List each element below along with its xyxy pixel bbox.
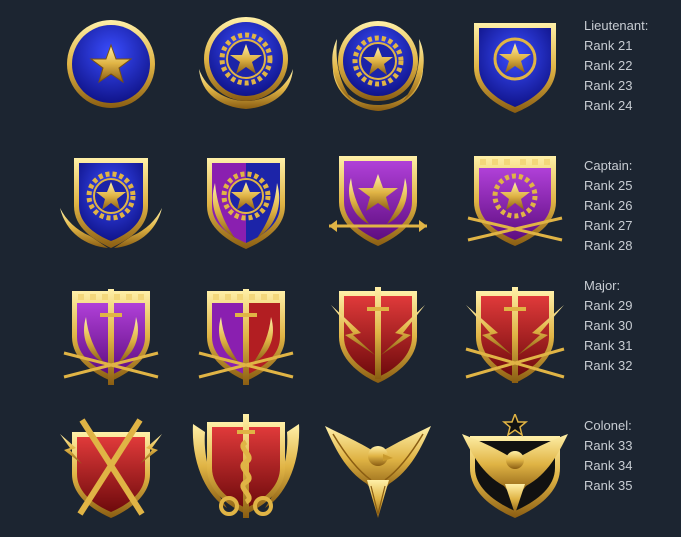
rank-item: Rank 26 xyxy=(584,198,633,213)
rank-group-title: Lieutenant: xyxy=(584,18,649,33)
badge-rank-captain-1 xyxy=(56,148,166,258)
rank-group-colonel: Colonel: Rank 33 Rank 34 Rank 35 xyxy=(584,416,632,496)
red-shield-sword-lightning-icon xyxy=(331,287,425,383)
rank-item: Rank 34 xyxy=(584,458,633,473)
badge-rank-colonel-4 xyxy=(460,414,570,524)
badge-rank-captain-4 xyxy=(460,148,570,258)
badge-rank-lieutenant-1 xyxy=(56,9,166,119)
badge-rank-major-3 xyxy=(323,283,433,393)
badge-rank-lieutenant-2 xyxy=(191,9,301,119)
badge-rank-colonel-2 xyxy=(191,414,301,524)
badge-rank-major-1 xyxy=(56,283,166,393)
blue-shield-star-icon xyxy=(474,23,556,113)
rank-item: Rank 30 xyxy=(584,318,633,333)
rank-item: Rank 31 xyxy=(584,338,633,353)
rank-item: Rank 32 xyxy=(584,358,633,373)
badge-rank-major-2 xyxy=(191,283,301,393)
blue-circle-star-icon xyxy=(67,20,155,108)
rank-group-title: Colonel: xyxy=(584,418,632,433)
badge-rank-lieutenant-4 xyxy=(460,9,570,119)
red-shield-sword-lightning-arrows-icon xyxy=(465,287,565,383)
badge-rank-captain-2 xyxy=(191,148,301,258)
rank-item: Rank 29 xyxy=(584,298,633,313)
red-shield-snake-sword-wings-icon xyxy=(192,414,300,518)
rank-item: Rank 33 xyxy=(584,438,633,453)
rank-group-lieutenant: Lieutenant: Rank 21 Rank 22 Rank 23 Rank… xyxy=(584,16,648,116)
rank-item: Rank 28 xyxy=(584,238,633,253)
badge-rank-major-4 xyxy=(460,283,570,393)
black-shield-eagle-star-icon xyxy=(462,414,568,518)
rank-item: Rank 35 xyxy=(584,478,633,493)
badge-rank-captain-3 xyxy=(323,148,433,258)
rank-item: Rank 22 xyxy=(584,58,633,73)
gold-eagle-icon xyxy=(325,426,431,518)
purple-blue-shield-gear-star-laurel-icon xyxy=(207,158,285,249)
badge-rank-colonel-3 xyxy=(323,414,433,524)
rank-item: Rank 25 xyxy=(584,178,633,193)
rank-item: Rank 27 xyxy=(584,218,633,233)
badge-rank-colonel-1 xyxy=(56,414,166,524)
blue-shield-gear-star-wings-icon xyxy=(60,158,162,248)
blue-circle-gear-star-wings-icon xyxy=(199,17,293,109)
badge-rank-lieutenant-3 xyxy=(323,9,433,119)
rank-item: Rank 23 xyxy=(584,78,633,93)
rank-item: Rank 24 xyxy=(584,98,633,113)
red-shield-crossed-swords-icon xyxy=(60,418,162,518)
purple-red-castle-shield-sword-laurel-icon xyxy=(198,289,294,385)
rank-group-title: Major: xyxy=(584,278,621,293)
purple-castle-shield-sword-laurel-icon xyxy=(63,289,159,385)
blue-circle-gear-star-laurel-icon xyxy=(332,21,424,111)
rank-group-title: Captain: xyxy=(584,158,633,173)
rank-group-captain: Captain: Rank 25 Rank 26 Rank 27 Rank 28 xyxy=(584,156,632,256)
purple-castle-shield-star-arrows-icon xyxy=(467,156,563,246)
rank-group-major: Major: Rank 29 Rank 30 Rank 31 Rank 32 xyxy=(584,276,632,376)
purple-shield-star-arrow-icon xyxy=(329,156,427,246)
rank-item: Rank 21 xyxy=(584,38,633,53)
